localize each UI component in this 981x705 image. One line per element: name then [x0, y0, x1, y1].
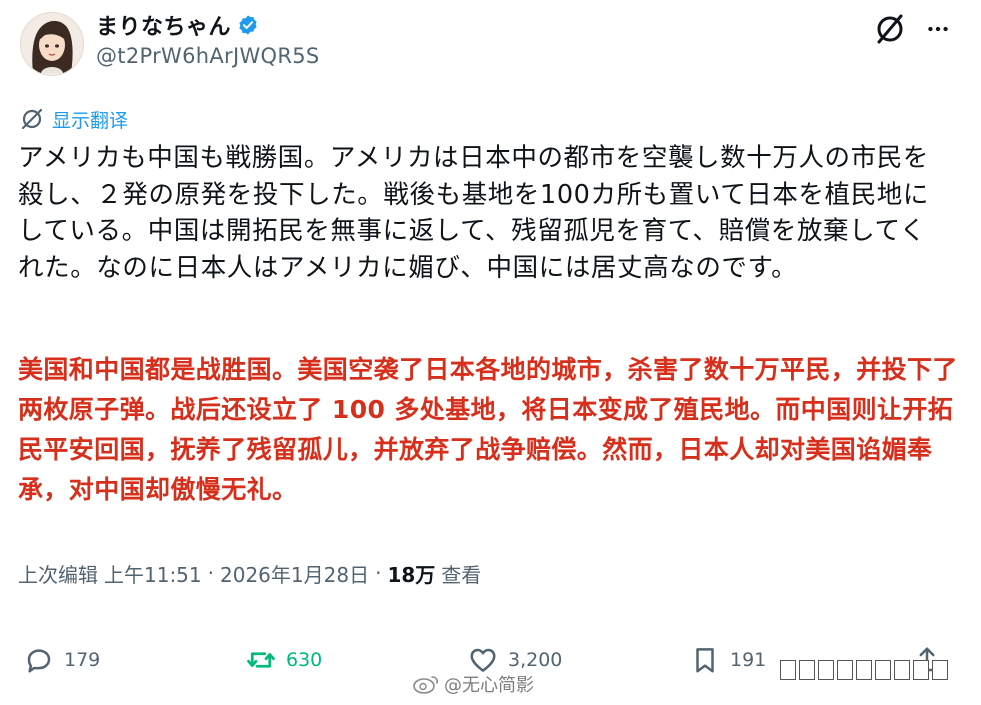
avatar-illustration [21, 13, 83, 75]
meta-separator-2: · [375, 561, 382, 585]
tweet-header: まりなちゃん @t2PrW6hArJWQR5S [0, 0, 981, 90]
show-translation-label[interactable]: 显示翻译 [52, 106, 128, 133]
watermark-text: @无心简影 [444, 675, 534, 696]
repost-icon [247, 652, 275, 668]
translation-text: 美国和中国都是战胜国。美国空袭了日本各地的城市，杀害了数十万平民，并投下了两枚原… [18, 355, 958, 504]
reply-button[interactable]: 179 [24, 640, 100, 680]
display-name[interactable]: まりなちゃん [96, 9, 231, 41]
edited-label[interactable]: 上次编辑 [18, 559, 98, 588]
avatar[interactable] [20, 12, 84, 76]
tweet-meta: 上次编辑 上午11:51 · 2026年1月28日 · 18万 查看 [18, 556, 481, 590]
grok-icon[interactable] [873, 12, 907, 46]
like-count: 3,200 [508, 649, 563, 671]
overlay-artifact [780, 660, 951, 680]
reply-count: 179 [64, 649, 101, 671]
user-handle[interactable]: @t2PrW6hArJWQR5S [96, 44, 320, 68]
reply-icon [27, 649, 51, 673]
views-count: 18万 [387, 562, 436, 587]
tweet-date[interactable]: 2026年1月28日 [220, 559, 369, 588]
show-translation-button[interactable]: 显示翻译 [20, 105, 128, 133]
tweet-time[interactable]: 上午11:51 [104, 559, 202, 588]
more-icon[interactable] [921, 12, 955, 46]
bookmark-count: 191 [730, 649, 767, 671]
bookmark-button[interactable]: 191 [690, 640, 766, 680]
tweet-text: アメリカも中国も戦勝国。アメリカは日本中の都市を空襲し数十万人の市民を殺し、２発… [18, 143, 930, 283]
verified-badge-icon [239, 15, 257, 35]
repost-button[interactable]: 630 [246, 640, 322, 680]
weibo-logo-icon [413, 676, 439, 694]
more-dots-icon [928, 26, 948, 32]
name-row: まりなちゃん [96, 10, 259, 40]
repost-count: 630 [286, 649, 323, 671]
translate-icon [21, 108, 43, 130]
views-label: 查看 [441, 562, 482, 587]
bookmark-icon [696, 648, 714, 673]
watermark: @无心简影 [412, 670, 534, 698]
meta-separator: · [207, 561, 214, 585]
